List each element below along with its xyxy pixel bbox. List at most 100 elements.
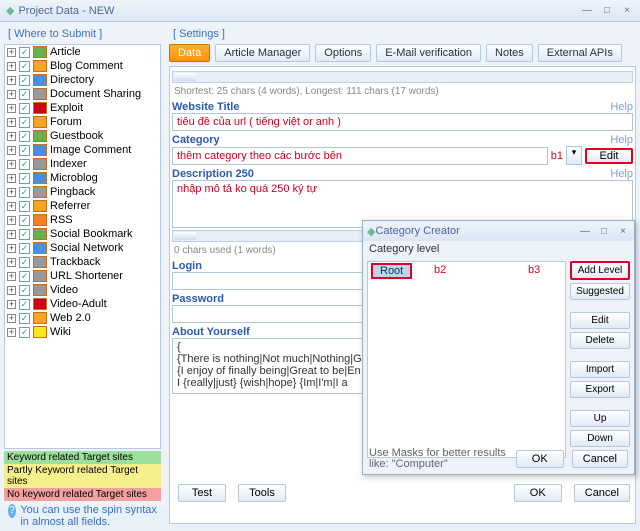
expand-icon[interactable]: + — [7, 300, 16, 309]
help-link[interactable]: Help — [610, 168, 633, 180]
expand-icon[interactable]: + — [7, 258, 16, 267]
tree-item[interactable]: +✓Referrer — [5, 199, 160, 213]
expand-icon[interactable]: + — [7, 286, 16, 295]
checkbox[interactable]: ✓ — [19, 285, 30, 296]
tab-e-mail-verification[interactable]: E-Mail verification — [376, 44, 481, 62]
checkbox[interactable]: ✓ — [19, 75, 30, 86]
expand-icon[interactable]: + — [7, 146, 16, 155]
delete-button[interactable]: Delete — [570, 332, 630, 349]
top-scrollbar[interactable] — [172, 71, 633, 83]
tree-item[interactable]: +✓Pingback — [5, 185, 160, 199]
expand-icon[interactable]: + — [7, 76, 16, 85]
tree-item[interactable]: +✓Social Bookmark — [5, 227, 160, 241]
import-button[interactable]: Import — [570, 361, 630, 378]
expand-icon[interactable]: + — [7, 314, 16, 323]
close-button[interactable]: × — [620, 4, 634, 18]
test-button[interactable]: Test — [178, 484, 226, 502]
dialog-maximize[interactable]: □ — [597, 224, 611, 238]
expand-icon[interactable]: + — [7, 272, 16, 281]
category-dropdown-button[interactable]: ▾ — [566, 146, 582, 165]
tree-item[interactable]: +✓RSS — [5, 213, 160, 227]
expand-icon[interactable]: + — [7, 48, 16, 57]
down-button[interactable]: Down — [570, 430, 630, 447]
tree-item[interactable]: +✓Article — [5, 45, 160, 59]
add-level-button[interactable]: Add Level — [570, 261, 630, 280]
tab-options[interactable]: Options — [315, 44, 371, 62]
help-link[interactable]: Help — [610, 134, 633, 146]
tab-external-apis[interactable]: External APIs — [538, 44, 622, 62]
expand-icon[interactable]: + — [7, 202, 16, 211]
checkbox[interactable]: ✓ — [19, 201, 30, 212]
checkbox[interactable]: ✓ — [19, 103, 30, 114]
website-title-input[interactable] — [172, 113, 633, 131]
checkbox[interactable]: ✓ — [19, 229, 30, 240]
checkbox[interactable]: ✓ — [19, 327, 30, 338]
dialog-cancel-button[interactable]: Cancel — [572, 450, 628, 468]
help-link[interactable]: Help — [610, 101, 633, 113]
expand-icon[interactable]: + — [7, 230, 16, 239]
checkbox[interactable]: ✓ — [19, 271, 30, 282]
tree-item[interactable]: +✓Document Sharing — [5, 87, 160, 101]
dialog-close[interactable]: × — [616, 224, 630, 238]
tab-notes[interactable]: Notes — [486, 44, 533, 62]
expand-icon[interactable]: + — [7, 62, 16, 71]
ok-button[interactable]: OK — [514, 484, 562, 502]
tree-item[interactable]: +✓Video-Adult — [5, 297, 160, 311]
tree-item[interactable]: +✓Indexer — [5, 157, 160, 171]
checkbox[interactable]: ✓ — [19, 61, 30, 72]
root-node[interactable]: Root — [371, 263, 412, 279]
expand-icon[interactable]: + — [7, 174, 16, 183]
tree-item[interactable]: +✓Forum — [5, 115, 160, 129]
expand-icon[interactable]: + — [7, 188, 16, 197]
expand-icon[interactable]: + — [7, 244, 16, 253]
checkbox[interactable]: ✓ — [19, 145, 30, 156]
tab-article-manager[interactable]: Article Manager — [215, 44, 310, 62]
checkbox[interactable]: ✓ — [19, 299, 30, 310]
tree-item[interactable]: +✓Image Comment — [5, 143, 160, 157]
tree-item[interactable]: +✓Video — [5, 283, 160, 297]
checkbox[interactable]: ✓ — [19, 313, 30, 324]
expand-icon[interactable]: + — [7, 132, 16, 141]
dialog-minimize[interactable]: — — [578, 224, 592, 238]
checkbox[interactable]: ✓ — [19, 89, 30, 100]
expand-icon[interactable]: + — [7, 328, 16, 337]
edit-button[interactable]: Edit — [570, 312, 630, 329]
checkbox[interactable]: ✓ — [19, 187, 30, 198]
tree-item[interactable]: +✓Wiki — [5, 325, 160, 339]
submit-tree[interactable]: +✓Article+✓Blog Comment+✓Directory+✓Docu… — [4, 44, 161, 449]
maximize-button[interactable]: □ — [600, 4, 614, 18]
checkbox[interactable]: ✓ — [19, 243, 30, 254]
checkbox[interactable]: ✓ — [19, 215, 30, 226]
suggested-button[interactable]: Suggested — [570, 283, 630, 300]
tree-item[interactable]: +✓Exploit — [5, 101, 160, 115]
expand-icon[interactable]: + — [7, 160, 16, 169]
tree-item[interactable]: +✓Guestbook — [5, 129, 160, 143]
tree-item[interactable]: +✓Social Network — [5, 241, 160, 255]
tree-item[interactable]: +✓Directory — [5, 73, 160, 87]
checkbox[interactable]: ✓ — [19, 173, 30, 184]
tree-item[interactable]: +✓Trackback — [5, 255, 160, 269]
tree-item[interactable]: +✓URL Shortener — [5, 269, 160, 283]
checkbox[interactable]: ✓ — [19, 159, 30, 170]
export-button[interactable]: Export — [570, 381, 630, 398]
category-edit-button[interactable]: Edit — [585, 148, 633, 164]
tree-item[interactable]: +✓Web 2.0 — [5, 311, 160, 325]
tree-item[interactable]: +✓Blog Comment — [5, 59, 160, 73]
expand-icon[interactable]: + — [7, 118, 16, 127]
checkbox[interactable]: ✓ — [19, 131, 30, 142]
checkbox[interactable]: ✓ — [19, 117, 30, 128]
tools-button[interactable]: Tools — [238, 484, 286, 502]
tab-data[interactable]: Data — [169, 44, 210, 62]
checkbox[interactable]: ✓ — [19, 47, 30, 58]
expand-icon[interactable]: + — [7, 90, 16, 99]
tree-item[interactable]: +✓Microblog — [5, 171, 160, 185]
minimize-button[interactable]: — — [580, 4, 594, 18]
category-tree[interactable]: Root b2 b3 — [367, 261, 566, 458]
dialog-ok-button[interactable]: OK — [516, 450, 564, 468]
up-button[interactable]: Up — [570, 410, 630, 427]
checkbox[interactable]: ✓ — [19, 257, 30, 268]
category-input[interactable] — [172, 147, 548, 165]
cancel-button[interactable]: Cancel — [574, 484, 630, 502]
expand-icon[interactable]: + — [7, 216, 16, 225]
expand-icon[interactable]: + — [7, 104, 16, 113]
